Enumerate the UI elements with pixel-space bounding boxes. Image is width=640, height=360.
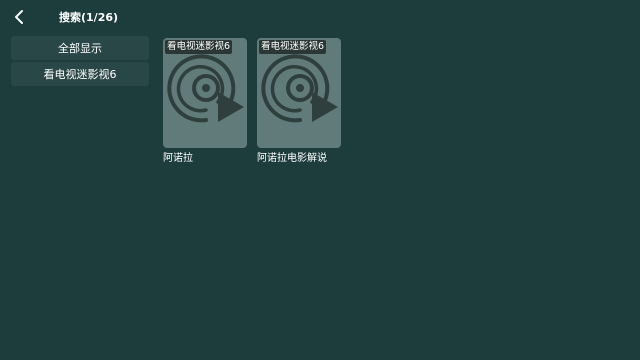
- header-bar: 搜索(1/26): [0, 0, 640, 36]
- result-card[interactable]: 看电视迷影视6 阿诺拉: [163, 38, 247, 166]
- source-badge: 看电视迷影视6: [165, 40, 233, 54]
- result-title: 阿诺拉电影解说: [257, 153, 327, 164]
- source-filter-list: 全部显示 看电视迷影视6: [11, 36, 149, 88]
- filter-item-source[interactable]: 看电视迷影视6: [11, 62, 149, 86]
- page-title: 搜索(1/26): [59, 11, 119, 24]
- poster-placeholder: 看电视迷影视6: [257, 38, 341, 148]
- result-card[interactable]: 看电视迷影视6 阿诺拉电影解说: [257, 38, 341, 166]
- source-badge: 看电视迷影视6: [259, 40, 327, 54]
- chevron-left-icon: [15, 10, 23, 24]
- result-title: 阿诺拉: [163, 153, 193, 164]
- video-disc-play-icon: [167, 54, 244, 123]
- back-button[interactable]: [9, 7, 29, 27]
- filter-item-all[interactable]: 全部显示: [11, 36, 149, 60]
- video-disc-play-icon: [261, 54, 338, 123]
- poster-placeholder: 看电视迷影视6: [163, 38, 247, 148]
